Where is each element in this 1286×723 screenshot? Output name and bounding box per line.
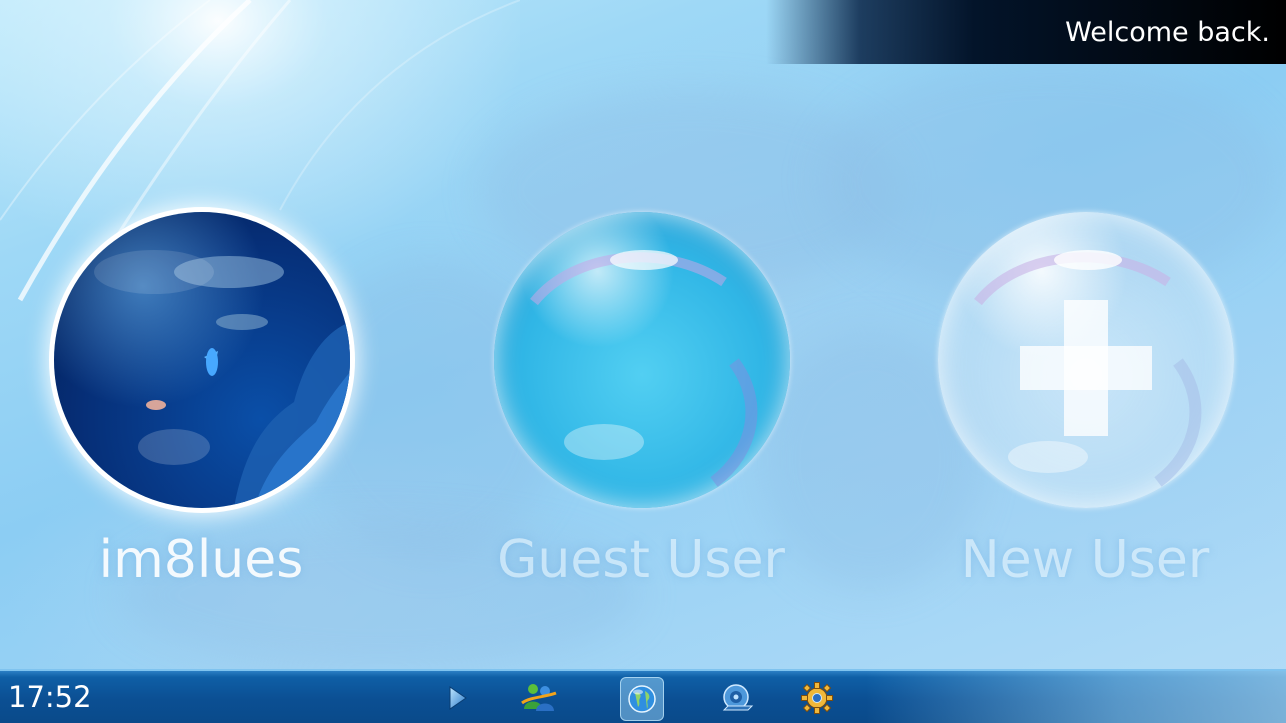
new-user-bubble[interactable] — [938, 212, 1234, 508]
user-tile-im8lues[interactable]: im8lues — [46, 212, 356, 612]
bubble-sheen — [530, 250, 758, 487]
clock: 17:52 — [8, 680, 92, 714]
guest-bubble[interactable] — [494, 212, 790, 508]
login-screen: Welcome back. im8lues Guest User New Use… — [0, 0, 1286, 723]
welcome-text: Welcome back. — [1065, 17, 1270, 48]
media-button[interactable] — [716, 677, 758, 719]
user-tile-guest[interactable]: Guest User — [486, 212, 796, 612]
plus-icon — [1020, 346, 1152, 390]
welcome-banner: Welcome back. — [766, 0, 1286, 64]
taskbar: 17:52 — [0, 669, 1286, 723]
globe-icon — [628, 685, 656, 713]
user-name-label: im8lues — [98, 530, 304, 590]
messenger-button[interactable] — [518, 677, 560, 719]
speaker-icon — [722, 684, 754, 711]
user-name-label: Guest User — [497, 530, 785, 590]
user-tile-new-user[interactable]: New User — [930, 212, 1240, 612]
messenger-icon — [521, 684, 557, 711]
user-avatar-bubble[interactable] — [54, 212, 350, 508]
browser-button[interactable] — [620, 677, 664, 721]
gear-icon — [801, 682, 833, 714]
play-icon — [449, 686, 467, 710]
settings-button[interactable] — [796, 677, 838, 719]
play-button[interactable] — [436, 677, 478, 719]
aquarium-avatar-image — [94, 250, 350, 508]
user-name-label: New User — [960, 530, 1210, 590]
